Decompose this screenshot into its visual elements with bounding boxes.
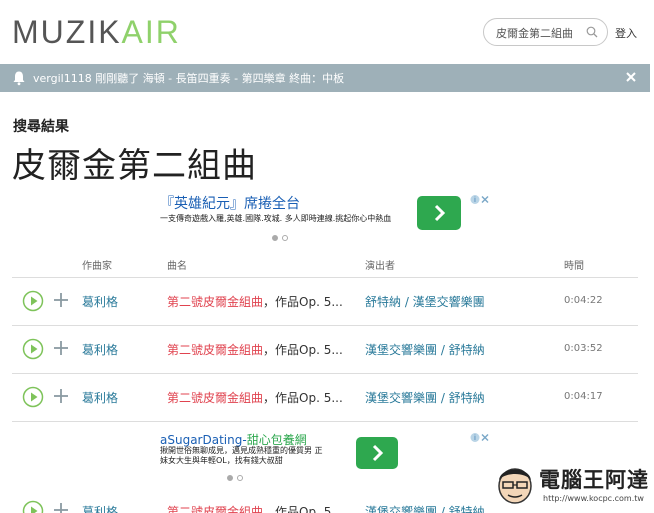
- ad-go-button[interactable]: [356, 437, 398, 469]
- page-title: 皮爾金第二組曲: [12, 146, 257, 186]
- ad-page-dot[interactable]: [237, 475, 243, 481]
- watermark-url: http://www.kocpc.com.tw: [543, 494, 644, 503]
- track-title-rest: ，作品Op. 5...: [263, 391, 343, 405]
- table-row: 葛利格 第二號皮爾金組曲，作品Op. 5... 舒特納 / 漢堡交響樂團 0:0…: [12, 278, 638, 326]
- plus-icon[interactable]: [52, 501, 70, 513]
- watermark: 電腦王阿達 http://www.kocpc.com.tw: [495, 460, 651, 510]
- track-title-rest: ，作品Op. 5...: [263, 505, 343, 513]
- composer-link[interactable]: 葛利格: [82, 341, 118, 358]
- adchoices-icon[interactable]: i: [470, 194, 490, 205]
- ad-pager: [227, 466, 247, 485]
- ad-title-alt: 甜心包養網: [246, 433, 307, 447]
- table-row: 葛利格 第二號皮爾金組曲，作品Op. 5... 漢堡交響樂團 / 舒特納 0:0…: [12, 326, 638, 374]
- column-duration: 時間: [564, 261, 584, 272]
- search-results-label: 搜尋結果: [13, 119, 69, 135]
- ad-description: 揪開世俗無聊成見，邁見成熟穩重的優質男 正妹女大生與年輕OL，找有錢大叔甜: [160, 446, 323, 465]
- ad-banner[interactable]: 『英雄紀元』席捲全台 一支傳奇遊戲入羅,英雄.國隊.攻城. 多人即時連線.挑起你…: [160, 192, 490, 241]
- logo-accent: AIR: [121, 14, 181, 50]
- track-duration: 0:04:22: [564, 295, 603, 306]
- close-icon[interactable]: [624, 70, 638, 84]
- ad-title[interactable]: 『英雄紀元』席捲全台: [160, 193, 300, 213]
- performer-link[interactable]: 漢堡交響樂團 / 舒特納: [365, 389, 485, 406]
- table-row: 葛利格 第二號皮爾金組曲，作品Op. 5... 漢堡交響樂團 / 舒特納 0:0…: [12, 374, 638, 422]
- track-title-rest: ，作品Op. 5...: [263, 343, 343, 357]
- track-title-highlight: 第二號皮爾金組曲: [167, 505, 264, 513]
- ad-banner[interactable]: aSugarDating-甜心包養網 揪開世俗無聊成見，邁見成熟穩重的優質男 正…: [160, 430, 490, 481]
- plus-icon[interactable]: [52, 291, 70, 309]
- notification-text: vergil1118 剛剛聽了 海頓 - 長笛四重奏 - 第四樂章 終曲：中板: [33, 72, 345, 85]
- search-icon[interactable]: [586, 26, 598, 38]
- performer-link[interactable]: 漢堡交響樂團 / 舒特納: [365, 503, 485, 513]
- header: MUZIKAIR 登入: [0, 0, 654, 62]
- track-title-link[interactable]: 第二號皮爾金組曲，作品Op. 5...: [167, 503, 343, 513]
- play-icon[interactable]: [22, 338, 44, 360]
- bell-icon: [13, 71, 25, 86]
- ad-page-dot[interactable]: [282, 235, 288, 241]
- table-header: 作曲家 曲名 演出者 時間: [12, 250, 638, 278]
- notification-bar: vergil1118 剛剛聽了 海頓 - 長笛四重奏 - 第四樂章 終曲：中板: [0, 64, 650, 92]
- track-title-highlight: 第二號皮爾金組曲: [167, 391, 264, 405]
- performer-link[interactable]: 漢堡交響樂團 / 舒特納: [365, 341, 485, 358]
- watermark-text: 電腦王阿達: [539, 468, 649, 492]
- composer-link[interactable]: 葛利格: [82, 389, 118, 406]
- search-box[interactable]: [483, 18, 608, 46]
- login-link[interactable]: 登入: [615, 25, 637, 41]
- track-title-link[interactable]: 第二號皮爾金組曲，作品Op. 5...: [167, 389, 343, 406]
- track-duration: 0:03:52: [564, 343, 603, 354]
- chevron-right-icon: [434, 204, 446, 222]
- ad-page-dot[interactable]: [227, 475, 233, 481]
- track-title-highlight: 第二號皮爾金組曲: [167, 343, 264, 357]
- ad-title-main: aSugarDating: [160, 433, 243, 447]
- svg-text:i: i: [474, 434, 476, 442]
- ad-page-dot[interactable]: [272, 235, 278, 241]
- play-icon[interactable]: [22, 386, 44, 408]
- ad-description: 一支傳奇遊戲入羅,英雄.國隊.攻城. 多人即時連線.挑起你心中熱血: [160, 214, 392, 223]
- play-icon[interactable]: [22, 290, 44, 312]
- plus-icon[interactable]: [52, 387, 70, 405]
- track-title-highlight: 第二號皮爾金組曲: [167, 295, 264, 309]
- column-performer: 演出者: [365, 261, 395, 272]
- column-title: 曲名: [167, 261, 187, 272]
- ad-go-button[interactable]: [417, 196, 461, 230]
- search-input[interactable]: [496, 24, 586, 41]
- adchoices-icon[interactable]: i: [470, 432, 490, 443]
- ad-pager: [272, 226, 292, 245]
- plus-icon[interactable]: [52, 339, 70, 357]
- performer-link[interactable]: 舒特納 / 漢堡交響樂團: [365, 293, 485, 310]
- chevron-right-icon: [372, 444, 384, 462]
- composer-link[interactable]: 葛利格: [82, 293, 118, 310]
- column-composer: 作曲家: [82, 261, 112, 272]
- mascot-face-icon: [498, 468, 532, 504]
- logo-main: MUZIK: [12, 14, 122, 50]
- track-title-rest: ，作品Op. 5...: [263, 295, 343, 309]
- track-duration: 0:04:17: [564, 391, 603, 402]
- svg-text:i: i: [474, 196, 476, 204]
- logo[interactable]: MUZIKAIR: [12, 14, 181, 51]
- track-title-link[interactable]: 第二號皮爾金組曲，作品Op. 5...: [167, 293, 343, 310]
- composer-link[interactable]: 葛利格: [82, 503, 118, 513]
- play-icon[interactable]: [22, 500, 44, 513]
- track-title-link[interactable]: 第二號皮爾金組曲，作品Op. 5...: [167, 341, 343, 358]
